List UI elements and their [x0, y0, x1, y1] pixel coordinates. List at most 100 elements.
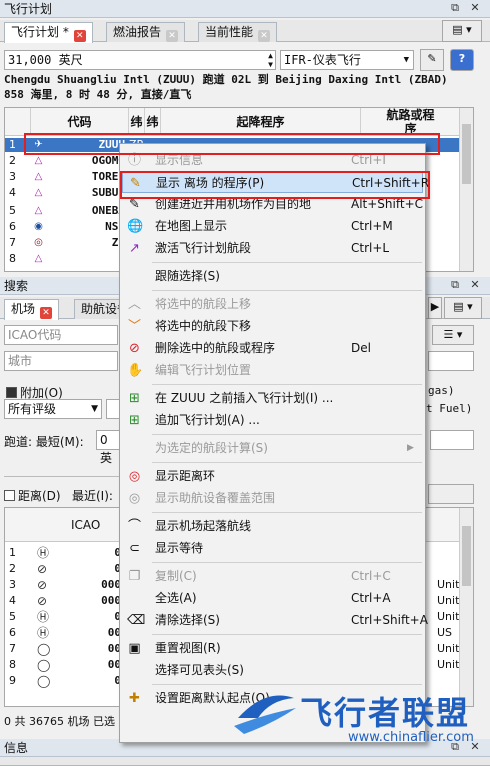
context-menu-item[interactable]: ⌫ 清除选择(S) Ctrl+Shift+A: [122, 610, 428, 631]
context-menu-item-label: 将选中的航段下移: [155, 319, 252, 333]
context-menu-item-label: 删除选中的航段或程序: [155, 341, 276, 355]
context-menu-item-shortcut: Alt+Shift+C: [351, 197, 424, 211]
edit-aircraft-button[interactable]: ✎: [420, 49, 444, 71]
route-summary-line1: Chengdu Shuangliu Intl (ZUUU) 跑道 02L 到 B…: [4, 73, 448, 86]
spin-arrows-icon[interactable]: ▲ ▼: [268, 51, 273, 69]
airport-symbol-icon: ◯: [37, 674, 51, 688]
context-menu-item[interactable]: ✋ 编辑飞行计划位置: [122, 360, 423, 381]
divider: [4, 476, 120, 477]
context-menu-item-label: 编辑飞行计划位置: [155, 363, 252, 377]
context-menu-item[interactable]: ↗ 激活飞行计划航段 Ctrl+L: [122, 238, 423, 259]
context-menu-item[interactable]: ⓘ 显示信息 Ctrl+I: [122, 150, 423, 171]
close-panel-icon[interactable]: ✕: [468, 1, 482, 15]
context-menu-item[interactable]: 🌐 在地图上显示 Ctrl+M: [122, 216, 423, 237]
context-menu-item[interactable]: ﹀ 将选中的航段下移: [122, 316, 423, 337]
checkbox-icon[interactable]: [6, 387, 17, 398]
airport-symbol-icon: ◯: [37, 658, 51, 672]
table-scrollbar[interactable]: [459, 108, 473, 271]
close-panel-icon[interactable]: ✕: [468, 278, 482, 292]
airport-symbol-icon: ⊘: [37, 594, 48, 608]
icao-search-input[interactable]: ICAO代码: [4, 325, 118, 345]
rating-select[interactable]: 所有评级 ▼: [4, 399, 102, 419]
city-filter-field[interactable]: [428, 351, 474, 371]
tab-airports[interactable]: 机场 ✕: [4, 299, 60, 320]
row-code: NSH: [105, 220, 125, 233]
context-menu-item[interactable]: ⊞ 在 ZUUU 之前插入飞行计划(I) ...: [122, 388, 423, 409]
context-menu-item[interactable]: 跟随选择(S): [122, 266, 423, 287]
context-menu-item[interactable]: ⌒ 显示机场起落航线: [122, 516, 423, 537]
close-icon[interactable]: ✕: [258, 30, 271, 42]
row-number: 5: [9, 204, 16, 217]
context-menu-item[interactable]: ︿ 将选中的航段上移: [122, 294, 423, 315]
context-menu-item[interactable]: ❐ 复制(C) Ctrl+C: [122, 566, 423, 587]
help-icon: ?: [458, 52, 466, 65]
runway-min-input[interactable]: 0 英: [96, 430, 120, 465]
context-menu-item[interactable]: ⊞ 追加飞行计划(A) ...: [122, 410, 423, 431]
clear-selection-icon: ⌫: [127, 613, 146, 628]
context-menu-item[interactable]: 选择可见表头(S): [122, 660, 423, 681]
tab-fuel-report[interactable]: 燃油报告 ✕: [106, 22, 186, 42]
close-icon[interactable]: ✕: [166, 30, 179, 42]
results-header-icao[interactable]: ICAO: [71, 518, 100, 532]
navaid-range-icon: ◎: [128, 491, 141, 506]
runway-max-input[interactable]: [430, 430, 474, 450]
table-options-button[interactable]: ▤ ▾: [442, 20, 482, 42]
altitude-value: 31,000 英尺: [8, 53, 83, 67]
context-menu-item[interactable]: ✎ 创建进近并用机场作为目的地 Alt+Shift+C: [122, 194, 423, 215]
scrollbar-thumb[interactable]: [462, 124, 471, 184]
distance-checkbox[interactable]: 距离(D): [4, 487, 61, 504]
flight-type-select[interactable]: IFR-仪表飞行 ▼: [280, 50, 414, 70]
scrollbar-thumb[interactable]: [462, 526, 471, 586]
close-icon[interactable]: ✕: [40, 307, 53, 319]
row-number: 3: [9, 170, 16, 183]
results-scrollbar[interactable]: [459, 508, 473, 706]
city-search-input[interactable]: 城市: [4, 351, 118, 371]
airport-symbol-icon: Ⓗ: [37, 546, 50, 560]
globe-icon: 🌐: [127, 219, 144, 234]
vor-icon: ◉: [34, 221, 43, 232]
context-menu-item-label: 在地图上显示: [155, 219, 228, 233]
watermark-logo-icon: [234, 695, 296, 734]
context-menu-item[interactable]: 为选定的航段计算(S) ▶: [122, 438, 423, 459]
row-number: 8: [9, 252, 16, 265]
float-panel-icon[interactable]: ⧉: [448, 278, 462, 292]
menu-blank-icon: [127, 441, 142, 456]
context-menu-item[interactable]: ⊘ 删除选中的航段或程序 Del: [122, 338, 423, 359]
distance-max-field[interactable]: [428, 484, 474, 504]
context-menu-item-label: 创建进近并用机场作为目的地: [155, 197, 312, 211]
context-menu-item[interactable]: ◎ 显示助航设备覆盖范围: [122, 488, 423, 509]
flightplan-tabbar: 飞行计划 * ✕ 燃油报告 ✕ 当前性能 ✕ ▤ ▾: [0, 20, 490, 43]
checkbox-icon[interactable]: [4, 490, 15, 501]
tab-scroll-right-button[interactable]: ▶: [428, 297, 442, 319]
tab-current-performance[interactable]: 当前性能 ✕: [198, 22, 278, 42]
copy-icon: ❐: [128, 569, 141, 584]
context-menu-item-label: 重置视图(R): [155, 641, 221, 655]
float-panel-icon[interactable]: ⧉: [448, 1, 462, 15]
altitude-spinbox[interactable]: 31,000 英尺 ▲ ▼: [4, 50, 276, 70]
route-summary-line2: 858 海里, 8 时 48 分, 直接/直飞: [4, 88, 192, 101]
row-code: 00: [107, 658, 121, 671]
header-col2[interactable]: 纬: [129, 108, 145, 136]
header-col3[interactable]: 纬: [145, 108, 161, 136]
waypoint-triangle-icon: △: [34, 205, 43, 216]
context-menu-item[interactable]: ⊂ 显示等待: [122, 538, 423, 559]
help-button[interactable]: ?: [450, 49, 474, 71]
append-plan-icon: ⊞: [129, 413, 140, 428]
row-number: 2: [9, 562, 16, 575]
row-code: 0: [114, 546, 121, 559]
rating-extra-field[interactable]: [106, 399, 120, 419]
search-menu-button[interactable]: ☰ ▾: [432, 325, 474, 345]
context-menu-item[interactable]: ◎ 显示距离环: [122, 466, 423, 487]
close-icon[interactable]: ✕: [73, 30, 86, 42]
tab-flightplan[interactable]: 飞行计划 * ✕: [4, 22, 93, 43]
tab-fuel-report-label: 燃油报告: [113, 25, 162, 39]
context-menu-item[interactable]: ▣ 重置视图(R): [122, 638, 423, 659]
row-code: 000: [101, 594, 121, 607]
search-options-button[interactable]: ▤ ▾: [444, 297, 482, 319]
header-airway[interactable]: 航路或程序: [361, 108, 461, 136]
context-menu-item[interactable]: ✎ 显示 离场 的程序(P) Ctrl+Shift+R: [122, 172, 429, 193]
context-menu-item[interactable]: 全选(A) Ctrl+A: [122, 588, 423, 609]
header-code[interactable]: 代码: [31, 108, 129, 136]
header-procedure[interactable]: 起降程序: [161, 108, 361, 136]
menu-separator: [152, 290, 422, 291]
